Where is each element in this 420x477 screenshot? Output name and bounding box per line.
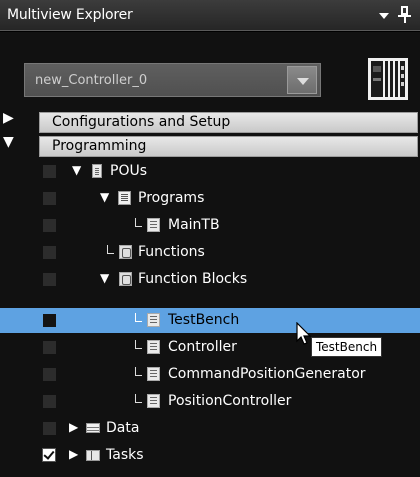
pin-icon[interactable] [397,5,413,23]
tasks-icon [86,450,100,461]
tree-connector [107,245,114,254]
tree-item-label: Programs [138,190,205,206]
tree-item-label: TestBench [168,312,240,328]
tree-item-function-blocks[interactable]: ▼ Function Blocks [0,267,420,292]
tree-item-label: Functions [138,244,205,260]
row-marker [43,368,56,381]
tree-item-label: CommandPositionGenerator [168,366,366,382]
expand-arrow-icon[interactable]: ▼ [100,190,109,204]
controller-select[interactable]: new_Controller_0 [24,63,321,97]
row-marker [43,341,56,354]
category-programming[interactable]: Programming [39,136,418,157]
collapsed-arrow-icon[interactable]: ▶ [69,420,78,434]
tree-item-label: Tasks [106,447,144,463]
functions-icon [119,245,132,259]
tree-item-label: Controller [168,339,237,355]
category-expanded-arrow-icon[interactable]: ▼ [3,134,14,150]
row-marker [43,395,56,408]
category-configurations-and-setup[interactable]: Configurations and Setup [39,112,418,133]
tree-connector [135,340,142,349]
tree-item-label: POUs [110,163,148,179]
pou-icon [92,164,102,178]
collapsed-arrow-icon[interactable]: ▶ [69,447,78,461]
program-page-icon [147,218,160,232]
controller-device-icon[interactable] [368,58,408,100]
tree-connector [135,394,142,403]
function-blocks-icon [119,272,132,286]
tree-item-tasks[interactable]: ▶ Tasks [0,443,420,468]
tree-item-programs[interactable]: ▼ Programs [0,186,420,211]
tree-item-label: PositionController [168,393,292,409]
expand-arrow-icon[interactable]: ▼ [72,163,81,177]
tree-connector [135,313,142,322]
tree-item-maintb[interactable]: MainTB [0,213,420,238]
expand-arrow-icon[interactable]: ▼ [100,271,109,285]
row-marker [43,314,56,327]
row-marker [43,165,56,178]
row-marker [43,422,56,435]
tree-item-functions[interactable]: Functions [0,240,420,265]
controller-select-dropdown-button[interactable] [287,66,317,94]
function-block-page-icon [147,394,160,408]
row-marker [43,246,56,259]
panel-title: Multiview Explorer [7,7,133,23]
function-block-page-icon [147,367,160,381]
row-marker [43,219,56,232]
tree-item-label: MainTB [168,217,220,233]
tree-connector [135,218,142,227]
tree-item-label: Data [106,420,140,436]
data-icon [86,423,100,433]
multiview-explorer-panel: new_Controller_0 ▶ Configurations and Se… [0,32,420,477]
tree-item-label: Function Blocks [138,271,248,287]
tasks-checkbox[interactable] [42,448,56,462]
row-marker [43,273,56,286]
tree-item-positioncontroller[interactable]: PositionController [0,389,420,414]
title-bar: Multiview Explorer [0,0,420,31]
function-block-page-icon [147,313,160,327]
programs-icon [118,191,131,205]
tree-item-data[interactable]: ▶ Data [0,416,420,441]
tree-item-testbench[interactable]: TestBench [0,308,420,333]
dropdown-arrow-icon[interactable] [379,13,389,19]
function-block-page-icon [147,340,160,354]
tree-connector [135,367,142,376]
controller-select-value: new_Controller_0 [35,73,148,88]
row-marker [43,192,56,205]
category-collapsed-arrow-icon[interactable]: ▶ [3,110,14,126]
tooltip: TestBench [311,337,383,357]
tree-item-pous[interactable]: ▼ POUs [0,159,420,184]
tree-item-commandpositiongenerator[interactable]: CommandPositionGenerator [0,362,420,387]
